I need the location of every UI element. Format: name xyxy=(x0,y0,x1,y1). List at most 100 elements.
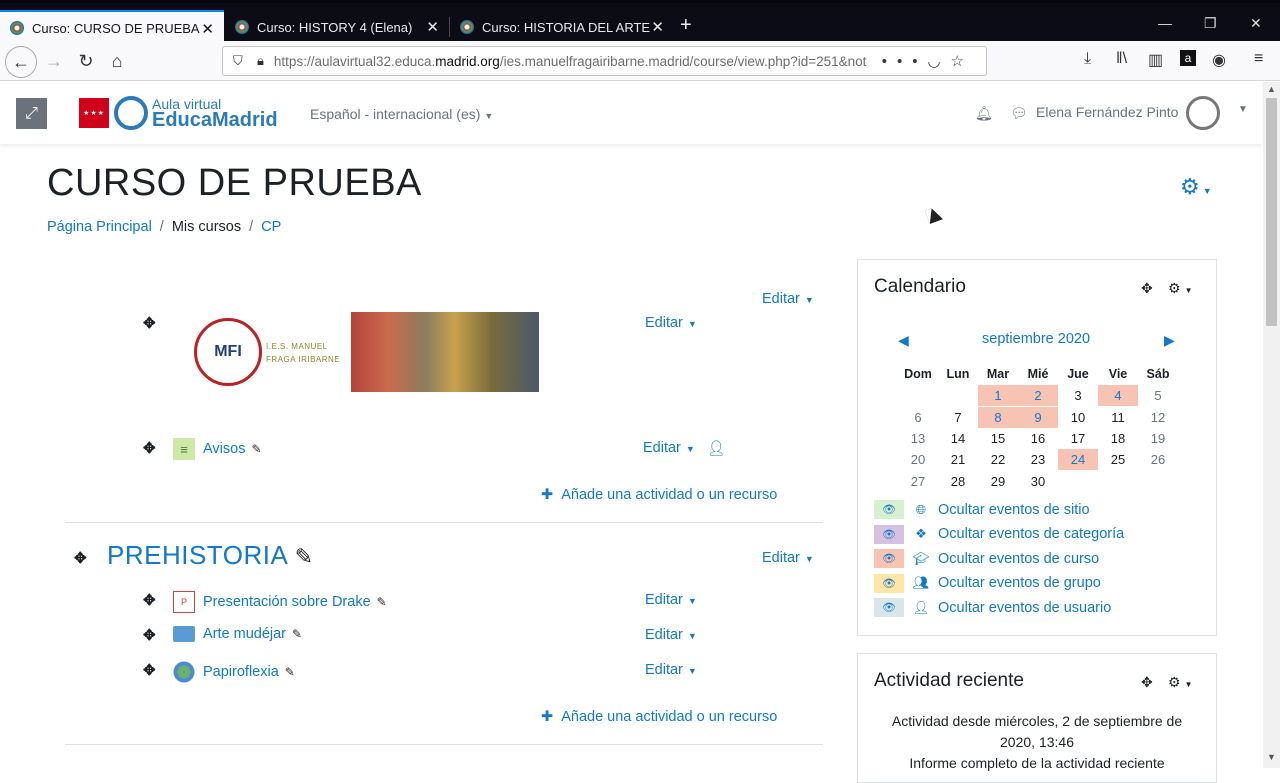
calendar-day[interactable]: 4 xyxy=(1098,385,1138,407)
forward-button[interactable]: → xyxy=(40,48,68,74)
amazon-icon[interactable]: a xyxy=(1180,50,1196,66)
download-icon[interactable]: ⤓ xyxy=(1084,50,1091,68)
event-filter-1[interactable]: 👁︎ ❖ Ocultar eventos de categoría xyxy=(874,524,1124,544)
block-settings-gear-icon[interactable]: ⚙ ▼ xyxy=(1168,674,1192,691)
event-filter-label[interactable]: Ocultar eventos de categoría xyxy=(938,526,1124,542)
user-menu-caret-icon[interactable]: ▼ xyxy=(1238,104,1248,115)
window-close-icon[interactable]: ✕ xyxy=(1250,15,1262,32)
expand-drawer-button[interactable]: ⤢ xyxy=(16,98,47,129)
next-month-icon[interactable]: ▶ xyxy=(1164,332,1175,349)
activity-arte-mudejar[interactable]: Arte mudéjar ✎ xyxy=(173,626,302,642)
section0-edit-menu[interactable]: Editar ▼ xyxy=(762,291,814,307)
more-icon[interactable]: ••• xyxy=(882,53,928,70)
messages-icon[interactable]: 💬︎ xyxy=(1010,105,1028,122)
activity-edit-menu[interactable]: Editar ▼ xyxy=(645,627,697,643)
user-name[interactable]: Elena Fernández Pinto xyxy=(1036,104,1178,120)
block-settings-gear-icon[interactable]: ⚙ ▼ xyxy=(1168,280,1192,297)
sidebar-icon[interactable]: ▥ xyxy=(1148,50,1163,70)
activity-name[interactable]: Arte mudéjar xyxy=(203,626,286,642)
avatar[interactable] xyxy=(1186,96,1220,130)
restore-icon[interactable]: ❐ xyxy=(1204,15,1217,32)
library-icon[interactable]: ‖\ xyxy=(1116,50,1127,68)
activity-papiroflexia[interactable]: Papiroflexia ✎ xyxy=(173,661,295,683)
event-filter-2[interactable]: 👁︎ 🎓︎ Ocultar eventos de curso xyxy=(874,549,1099,568)
reload-button[interactable]: ↻ xyxy=(72,48,100,74)
recent-report-link[interactable]: Informe completo de la actividad recient… xyxy=(874,753,1200,774)
edit-pencil-icon[interactable]: ✎ xyxy=(295,544,314,569)
move-icon[interactable]: ✥ xyxy=(143,626,156,644)
calendar-day[interactable]: 8 xyxy=(978,406,1018,428)
menu-icon[interactable]: ≡ xyxy=(1254,50,1263,68)
image-edit-menu[interactable]: Editar ▼ xyxy=(645,315,697,331)
section-edit-menu[interactable]: Editar ▼ xyxy=(762,550,814,566)
section-title-text[interactable]: PREHISTORIA xyxy=(107,540,287,570)
event-filter-label[interactable]: Ocultar eventos de grupo xyxy=(938,575,1101,591)
tab-historia-del-arte[interactable]: Curso: HISTORIA DEL ARTE ✕ xyxy=(450,10,674,44)
move-block-icon[interactable]: ✥ xyxy=(1141,280,1153,297)
calendar-day[interactable]: 1 xyxy=(978,385,1018,407)
edit-pencil-icon[interactable]: ✎ xyxy=(285,665,295,679)
pocket-icon[interactable]: ◡ xyxy=(927,53,950,70)
account-icon[interactable]: ◉ xyxy=(1212,50,1226,70)
scrollbar-thumb[interactable] xyxy=(1266,98,1277,326)
move-icon[interactable]: ✥ xyxy=(143,314,156,332)
tracking-shield-icon[interactable]: ⛉ xyxy=(233,53,243,69)
edit-pencil-icon[interactable]: ✎ xyxy=(292,627,302,641)
breadcrumb-course-link[interactable]: CP xyxy=(261,219,281,235)
event-filter-label[interactable]: Ocultar eventos de sitio xyxy=(938,502,1090,518)
activity-avisos[interactable]: ≡ Avisos ✎ xyxy=(173,438,262,460)
event-filter-4[interactable]: 👁︎ 👤︎ Ocultar eventos de usuario xyxy=(874,598,1111,617)
move-icon[interactable]: ✥ xyxy=(143,661,156,679)
move-icon[interactable]: ✥ xyxy=(143,439,156,457)
scroll-up-icon[interactable]: ▲ xyxy=(1267,84,1276,94)
activity-name[interactable]: Presentación sobre Drake xyxy=(203,594,371,610)
bookmark-star-icon[interactable]: ☆ xyxy=(951,53,974,70)
group-mode-user-icon[interactable]: 👤︎ xyxy=(707,440,725,457)
activity-presentacion[interactable]: P Presentación sobre Drake ✎ xyxy=(173,591,387,613)
scroll-down-icon[interactable]: ▼ xyxy=(1267,752,1276,762)
calendar-day[interactable]: 2 xyxy=(1018,385,1058,407)
educamadrid-logo-icon[interactable] xyxy=(114,96,148,130)
event-filter-label[interactable]: Ocultar eventos de curso xyxy=(938,551,1099,567)
avisos-edit-menu[interactable]: Editar ▼ xyxy=(643,440,695,456)
move-block-icon[interactable]: ✥ xyxy=(1141,674,1153,691)
back-button[interactable]: ← xyxy=(5,46,37,78)
eye-icon[interactable]: 👁︎ xyxy=(874,598,904,617)
new-tab-icon[interactable]: + xyxy=(680,14,692,37)
move-icon[interactable]: ✥ xyxy=(143,591,156,609)
event-filter-0[interactable]: 👁︎ 🌐︎ Ocultar eventos de sitio xyxy=(874,500,1090,519)
close-tab-icon[interactable]: ✕ xyxy=(651,18,664,36)
notifications-bell-icon[interactable]: 🔔︎ xyxy=(975,105,993,122)
calendar-month[interactable]: septiembre 2020 xyxy=(982,331,1090,347)
comunidad-madrid-logo[interactable]: ★★★ xyxy=(79,98,109,128)
activity-name[interactable]: Papiroflexia xyxy=(203,664,279,680)
activity-name[interactable]: Avisos xyxy=(203,441,245,457)
eye-icon[interactable]: 👁︎ xyxy=(874,549,904,568)
edit-pencil-icon[interactable]: ✎ xyxy=(377,595,387,609)
logo-line2[interactable]: EducaMadrid xyxy=(152,109,278,132)
event-filter-label[interactable]: Ocultar eventos de usuario xyxy=(938,600,1111,616)
event-filter-3[interactable]: 👁︎ 👥︎ Ocultar eventos de grupo xyxy=(874,573,1101,593)
prev-month-icon[interactable]: ◀ xyxy=(898,332,909,349)
language-menu[interactable]: Español - internacional (es) ▼ xyxy=(310,106,493,122)
eye-icon[interactable]: 👁︎ xyxy=(874,524,904,544)
scrollbar[interactable]: ▲ ▼ xyxy=(1263,82,1280,768)
breadcrumb-home-link[interactable]: Página Principal xyxy=(47,219,152,235)
close-tab-icon[interactable]: ✕ xyxy=(201,20,214,38)
lock-icon[interactable]: 🔒︎ xyxy=(257,53,264,69)
eye-icon[interactable]: 👁︎ xyxy=(874,500,904,519)
tab-history-4[interactable]: Curso: HISTORY 4 (Elena) ✕ xyxy=(225,10,449,44)
section-title[interactable]: PREHISTORIA ✎ xyxy=(107,540,314,571)
url-bar[interactable]: ⛉ 🔒︎ https://aulavirtual32.educa. madrid.… xyxy=(222,46,987,76)
home-button[interactable]: ⌂ xyxy=(103,48,131,74)
tab-curso-de-prueba[interactable]: Curso: CURSO DE PRUEBA ✕ xyxy=(0,10,224,44)
calendar-day[interactable]: 24 xyxy=(1058,449,1098,471)
activity-edit-menu[interactable]: Editar ▼ xyxy=(645,662,697,678)
section-move-icon[interactable]: ✥ xyxy=(74,549,87,567)
add-activity-button[interactable]: ✚ Añade una actividad o un recurso xyxy=(541,709,777,725)
close-tab-icon[interactable]: ✕ xyxy=(426,18,439,36)
add-activity-button[interactable]: ✚ Añade una actividad o un recurso xyxy=(541,487,777,503)
edit-pencil-icon[interactable]: ✎ xyxy=(251,442,261,456)
activity-edit-menu[interactable]: Editar ▼ xyxy=(645,592,697,608)
minimize-icon[interactable]: — xyxy=(1158,15,1172,31)
